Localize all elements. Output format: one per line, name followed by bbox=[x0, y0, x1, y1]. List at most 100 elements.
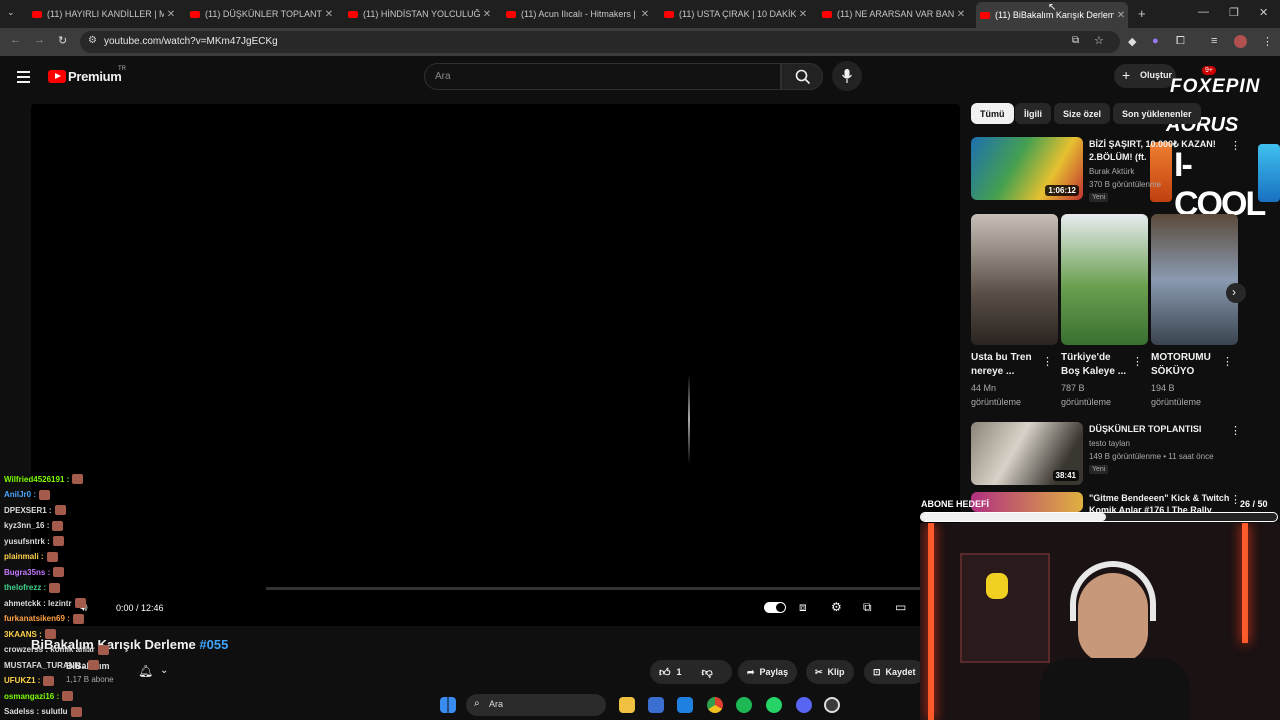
minimize-icon[interactable]: — bbox=[1198, 6, 1209, 18]
rec-more-icon[interactable]: ⋮ bbox=[1230, 139, 1241, 152]
obs-icon[interactable] bbox=[824, 697, 840, 713]
rec-thumbnail-1[interactable]: 1:06:12 bbox=[971, 137, 1083, 200]
chip-related[interactable]: İlgili bbox=[1015, 103, 1051, 124]
windows-start-icon[interactable] bbox=[440, 697, 456, 713]
clip-button[interactable]: ✂ Klip bbox=[806, 660, 854, 684]
new-badge: Yeni bbox=[1089, 193, 1109, 202]
like-count[interactable]: 1 bbox=[677, 667, 682, 677]
store-icon[interactable] bbox=[648, 697, 664, 713]
rec-thumbnail-2[interactable]: 38:41 bbox=[971, 422, 1083, 485]
browser-tab-6[interactable]: (11) NE ARARSAN VAR BANA G✕ bbox=[818, 4, 968, 24]
tab-close-icon[interactable]: ✕ bbox=[164, 9, 178, 20]
chat-username: AnilJr0 : bbox=[4, 490, 37, 499]
energy-drink-can-blue bbox=[1258, 144, 1280, 202]
emote-icon bbox=[54, 505, 66, 515]
short-thumbnail-2[interactable] bbox=[1061, 214, 1148, 345]
chat-message: Sadelss : sulutlu bbox=[4, 706, 82, 717]
browser-tab-3[interactable]: (11) HİNDİSTAN YOLCULUĞU V✕ bbox=[344, 4, 494, 24]
chip-all[interactable]: Tümü bbox=[971, 103, 1014, 124]
whatsapp-icon[interactable] bbox=[766, 697, 782, 713]
chip-recent[interactable]: Son yüklenenler bbox=[1113, 103, 1201, 124]
youtube-header: Premium TR Ara + Oluştur 9+ bbox=[0, 56, 1280, 98]
rec-channel-2[interactable]: testo taylan bbox=[1089, 438, 1130, 450]
chrome-icon[interactable] bbox=[707, 697, 723, 713]
short-thumbnail-1[interactable] bbox=[971, 214, 1058, 345]
forward-icon[interactable]: → bbox=[34, 34, 45, 46]
reload-icon[interactable]: ↻ bbox=[58, 34, 67, 47]
short-more-icon[interactable]: ⋮ bbox=[1222, 355, 1233, 368]
share-button[interactable]: ➦ Paylaş bbox=[738, 660, 798, 684]
browser-tab-2[interactable]: (11) DÜŞKÜNLER TOPLANTISI -✕ bbox=[186, 4, 336, 24]
file-explorer-icon[interactable] bbox=[619, 697, 635, 713]
short-views-2a: 787 B bbox=[1061, 383, 1085, 393]
browser-menu-icon[interactable]: ⋮ bbox=[1262, 35, 1273, 48]
close-window-icon[interactable]: ✕ bbox=[1259, 6, 1268, 19]
voice-search-button[interactable] bbox=[832, 61, 862, 91]
tab-close-icon[interactable]: ✕ bbox=[480, 9, 494, 20]
chat-message: thelofrezz : bbox=[4, 582, 61, 593]
tab-close-icon[interactable]: ✕ bbox=[796, 9, 810, 20]
short-thumbnail-3[interactable] bbox=[1151, 214, 1238, 345]
like-icon[interactable]: 👍︎ bbox=[659, 666, 671, 679]
video-hashtag[interactable]: #055 bbox=[199, 637, 228, 652]
video-progress-bar[interactable] bbox=[266, 587, 920, 590]
short-more-icon[interactable]: ⋮ bbox=[1042, 355, 1053, 368]
extensions-puzzle-icon[interactable]: ⧠ bbox=[1176, 35, 1185, 48]
autoplay-toggle[interactable] bbox=[764, 602, 786, 613]
short-title-3b[interactable]: SÖKÜYO bbox=[1151, 365, 1194, 379]
short-title-3a[interactable]: MOTORUMU bbox=[1151, 351, 1211, 365]
microphone-icon bbox=[842, 69, 852, 83]
tab-close-icon[interactable]: ✕ bbox=[322, 9, 336, 20]
rec-title-2[interactable]: DÜŞKÜNLER TOPLANTISI bbox=[1089, 423, 1201, 436]
short-title-1b[interactable]: nereye ... bbox=[971, 365, 1014, 379]
extension-diamond-icon[interactable]: ◆ bbox=[1128, 35, 1136, 48]
bookmark-star-icon[interactable]: ☆ bbox=[1094, 34, 1104, 47]
browser-tab-4[interactable]: (11) Acun Ilıcalı - Hitmakers | A ✕ bbox=[502, 4, 652, 24]
taskbar-search-box[interactable]: ⌕ Ara bbox=[466, 694, 606, 716]
maximize-icon[interactable]: ❐ bbox=[1229, 6, 1239, 19]
chip-for-you[interactable]: Size özel bbox=[1054, 103, 1111, 124]
rec-title-1b[interactable]: 2.BÖLÜM! (ft. bbox=[1089, 151, 1147, 164]
search-button[interactable] bbox=[781, 63, 823, 90]
search-box[interactable]: Ara bbox=[424, 63, 781, 90]
browser-tab-5[interactable]: (11) USTA ÇIRAK | 10 DAKİKADA✕ bbox=[660, 4, 810, 24]
menu-hamburger-icon[interactable] bbox=[17, 68, 30, 86]
rec-title-1a[interactable]: BİZİ ŞAŞIRT, 10.000₺ KAZAN! bbox=[1089, 138, 1216, 151]
mail-icon[interactable] bbox=[677, 697, 693, 713]
spotify-icon[interactable] bbox=[736, 697, 752, 713]
profile-avatar[interactable] bbox=[1234, 35, 1247, 48]
dislike-icon[interactable]: 👎︎ bbox=[702, 666, 713, 679]
tab-search-icon[interactable]: ⌄ bbox=[7, 7, 15, 18]
tab-close-icon[interactable]: ✕ bbox=[638, 9, 652, 20]
short-title-2a[interactable]: Türkiye'de bbox=[1061, 351, 1111, 365]
chat-message: Wilfried4526191 : bbox=[4, 474, 84, 484]
settings-gear-icon[interactable]: ⚙ bbox=[831, 600, 842, 614]
address-bar[interactable]: ⚙ youtube.com/watch?v=MKm47JgECKg ⧉ ☆ bbox=[80, 31, 1120, 53]
install-app-icon[interactable]: ⧉ bbox=[1072, 35, 1079, 46]
shorts-next-button[interactable]: › bbox=[1226, 283, 1246, 303]
youtube-logo-icon[interactable] bbox=[48, 70, 66, 83]
new-tab-icon[interactable]: + bbox=[1138, 6, 1146, 21]
emote-icon bbox=[52, 520, 64, 531]
short-title-1a[interactable]: Usta bu Tren bbox=[971, 351, 1032, 365]
autoplay-knob bbox=[776, 603, 785, 612]
emote-icon bbox=[43, 675, 55, 686]
reading-list-icon[interactable]: ≡ bbox=[1211, 35, 1217, 47]
subtitles-icon[interactable]: ⧈ bbox=[799, 600, 807, 615]
discord-icon[interactable] bbox=[796, 697, 812, 713]
miniplayer-icon[interactable]: ⧉ bbox=[863, 600, 872, 615]
site-info-icon[interactable]: ⚙ bbox=[88, 35, 97, 46]
tab-close-icon[interactable]: ✕ bbox=[954, 9, 968, 20]
short-more-icon[interactable]: ⋮ bbox=[1132, 355, 1143, 368]
short-title-2b[interactable]: Boş Kaleye ... bbox=[1061, 365, 1126, 379]
rec-more-icon[interactable]: ⋮ bbox=[1230, 424, 1241, 437]
cast-icon[interactable]: ▭ bbox=[895, 600, 906, 614]
extension-color-icon[interactable]: ● bbox=[1152, 35, 1159, 47]
rec-channel-1[interactable]: Burak Aktürk bbox=[1089, 166, 1134, 178]
browser-tab-1[interactable]: (11) HAYIRLI KANDİLLER | Mad ✕ bbox=[28, 4, 178, 24]
search-input[interactable]: Ara bbox=[435, 71, 451, 82]
short-views-1b: görüntüleme bbox=[971, 397, 1022, 407]
save-button[interactable]: ⊡ Kaydet bbox=[864, 660, 925, 684]
tab-close-icon[interactable]: ✕ bbox=[1114, 10, 1128, 21]
back-icon[interactable]: ← bbox=[10, 34, 21, 46]
